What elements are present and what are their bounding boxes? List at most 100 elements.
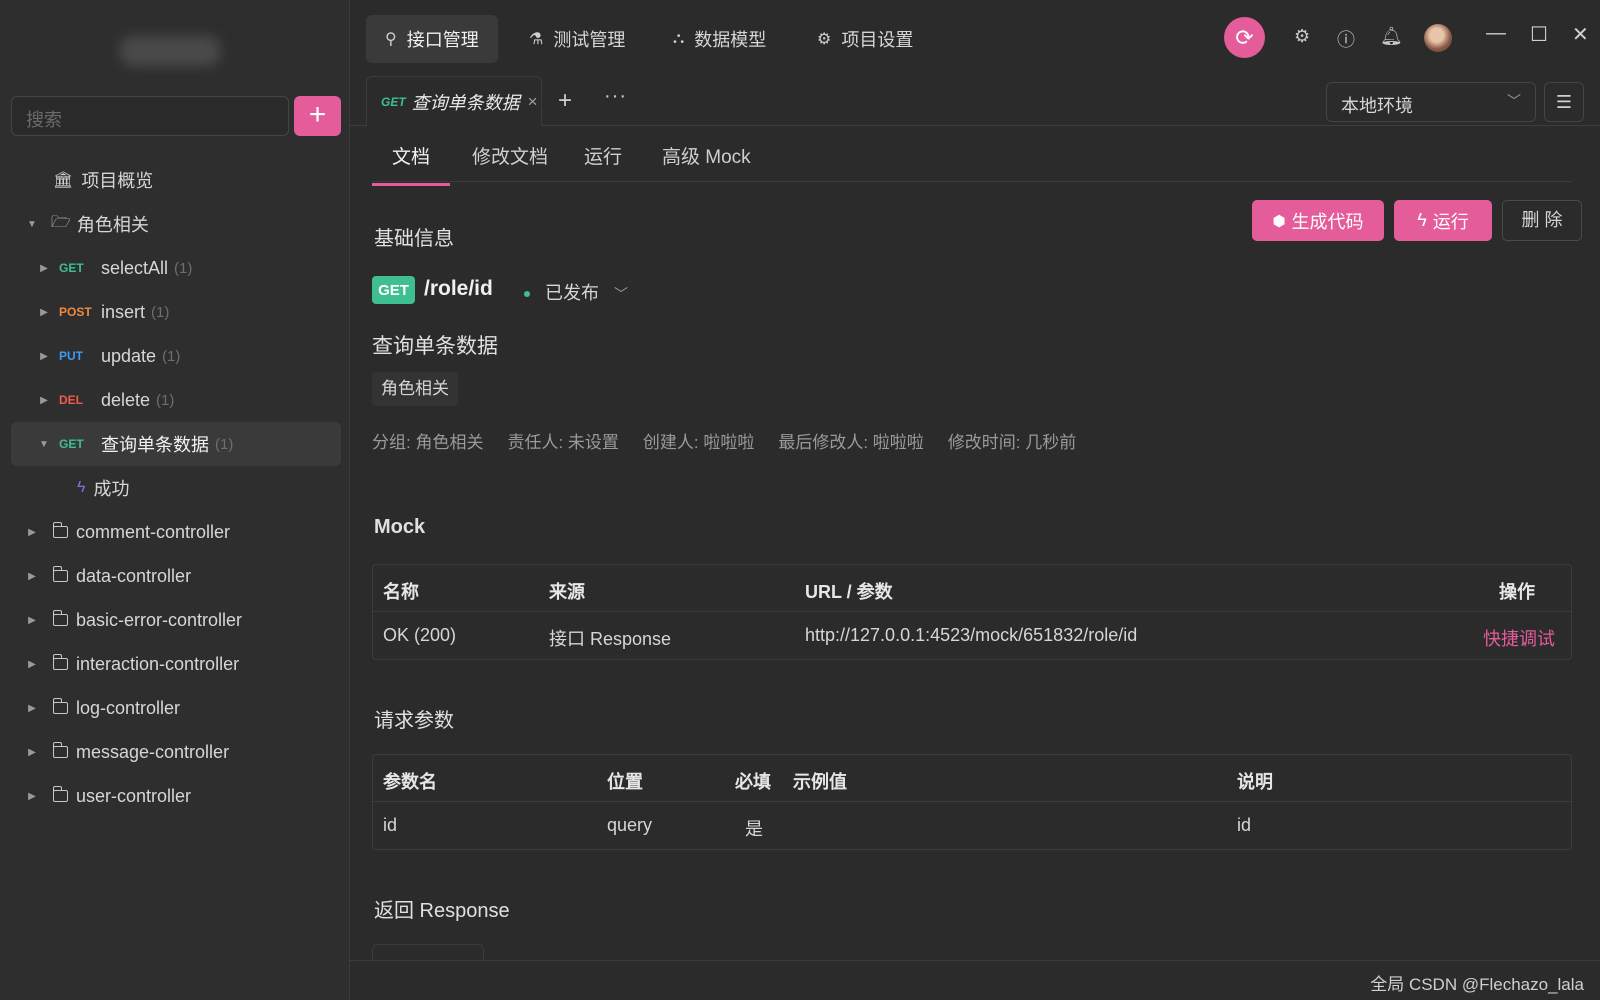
column-header: 来源 (549, 582, 585, 602)
close-tab-icon[interactable]: × (528, 92, 538, 112)
doc-tab-active[interactable]: GET 查询单条数据 × (366, 76, 542, 126)
tree-endpoint-selected[interactable]: ▼ GET 查询单条数据 (1) (11, 422, 341, 466)
table-header: 参数名 位置 必填 示例值 说明 (373, 755, 1571, 802)
tree-case-success[interactable]: ϟ 成功 (11, 466, 341, 510)
caret-right-icon[interactable]: ▶ (37, 351, 51, 362)
bolt-icon: ϟ (77, 479, 86, 496)
caret-right-icon[interactable]: ▶ (25, 703, 39, 714)
search-input[interactable]: 搜索 (11, 96, 289, 136)
bell-icon[interactable]: 🔔︎ (1380, 26, 1403, 47)
param-description: id (1237, 815, 1252, 835)
status-selector[interactable]: 已发布 ﹀ (524, 279, 628, 305)
folder-icon (52, 742, 68, 758)
tree-folder-label: 角色相关 (76, 215, 149, 235)
tree-endpoint[interactable]: ▶ DEL delete (1) (11, 378, 341, 422)
method-badge: GET (59, 261, 84, 275)
button-label: 生成代码 (1291, 211, 1364, 232)
environment-select[interactable]: 本地环境 ﹀ (1326, 82, 1536, 122)
api-tree: 🏛 项目概览 ▼ 🗁 角色相关 ▶ GET selectAll (1) ▶ PO… (11, 158, 341, 818)
endpoint-name: update (101, 345, 157, 366)
tree-folder[interactable]: ▶ log-controller (11, 686, 341, 730)
caret-right-icon[interactable]: ▶ (37, 263, 51, 274)
caret-right-icon[interactable]: ▶ (25, 615, 39, 626)
caret-right-icon[interactable]: ▶ (25, 791, 39, 802)
sidebar: 搜索 + 🏛 项目概览 ▼ 🗁 角色相关 ▶ GET selectAll (1)… (0, 0, 350, 1000)
tree-folder-label: comment-controller (76, 521, 231, 542)
subtab-docs[interactable]: 文档 (372, 142, 451, 186)
tree-folder-label: log-controller (76, 697, 181, 718)
tab-label: 数据模型 (694, 30, 767, 50)
list-icon[interactable]: ☰ (1544, 82, 1584, 122)
column-header: URL / 参数 (805, 582, 893, 602)
method-badge: GET (59, 437, 84, 451)
chevron-down-icon: ﹀ (1507, 93, 1521, 109)
settings-icon[interactable]: ⚙ (1294, 26, 1310, 47)
bank-icon: 🏛 (53, 172, 74, 189)
caret-down-icon[interactable]: ▼ (25, 219, 39, 230)
tree-folder-label: basic-error-controller (76, 609, 243, 630)
subtab-edit-docs[interactable]: 修改文档 (452, 142, 568, 183)
meta-info: 分组: 角色相关 责任人: 未设置 创建人: 啦啦啦 最后修改人: 啦啦啦 修改… (372, 428, 1076, 453)
response-title-text: 返回 Response (374, 900, 510, 922)
subtab-advanced-mock[interactable]: 高级 Mock (642, 142, 771, 183)
tab-api-management[interactable]: ⚲ 接口管理 (366, 15, 498, 63)
mock-source: 接口 Response (549, 629, 672, 649)
params-table: 参数名 位置 必填 示例值 说明 id query 是 id (372, 754, 1572, 850)
minimize-icon[interactable]: — (1486, 22, 1506, 45)
tree-item-overview[interactable]: 🏛 项目概览 (11, 158, 341, 202)
tab-test-management[interactable]: ⚗ 测试管理 (510, 15, 644, 63)
run-button[interactable]: ϟ 运行 (1394, 200, 1492, 241)
doc-tab-title: 查询单条数据 (411, 92, 520, 113)
case-count: (1) (215, 435, 234, 453)
folder-icon (52, 566, 68, 582)
tree-endpoint[interactable]: ▶ GET selectAll (1) (11, 246, 341, 290)
tree-folder[interactable]: ▶ message-controller (11, 730, 341, 774)
tree-endpoint[interactable]: ▶ PUT update (1) (11, 334, 341, 378)
tab-project-settings[interactable]: ⚙ 项目设置 (798, 15, 932, 63)
folder-icon (52, 654, 68, 670)
tree-folder[interactable]: ▶ basic-error-controller (11, 598, 341, 642)
tree-folder[interactable]: ▶ interaction-controller (11, 642, 341, 686)
column-header: 参数名 (383, 772, 437, 792)
avatar[interactable] (1424, 24, 1452, 52)
caret-right-icon[interactable]: ▶ (25, 747, 39, 758)
basic-info-title: 基础信息 (374, 228, 454, 250)
subtab-run[interactable]: 运行 (564, 142, 642, 183)
column-header: 操作 (1499, 582, 1535, 602)
help-icon[interactable]: ⓘ (1337, 26, 1355, 52)
mock-title: Mock (374, 516, 426, 538)
add-button[interactable]: + (294, 96, 341, 136)
tree-folder-label: message-controller (76, 741, 230, 762)
caret-down-icon[interactable]: ▼ (37, 439, 51, 450)
maximize-icon[interactable]: ☐ (1530, 22, 1548, 47)
tree-folder[interactable]: ▶ data-controller (11, 554, 341, 598)
tree-folder[interactable]: ▶ comment-controller (11, 510, 341, 554)
tree-endpoint[interactable]: ▶ POST insert (1) (11, 290, 341, 334)
more-tabs-button[interactable]: ··· (604, 85, 627, 108)
sub-tab-bar: 文档 修改文档 运行 高级 Mock (372, 132, 1572, 186)
tab-data-model[interactable]: ⛬ 数据模型 (654, 15, 785, 63)
generate-code-button[interactable]: ⬢ 生成代码 (1252, 200, 1384, 241)
caret-right-icon[interactable]: ▶ (25, 527, 39, 538)
close-window-icon[interactable]: ✕ (1572, 22, 1589, 47)
quick-debug-link[interactable]: 快捷调试 (1483, 625, 1555, 651)
new-tab-button[interactable]: + (558, 87, 572, 115)
mock-url[interactable]: http://127.0.0.1:4523/mock/651832/role/i… (805, 625, 1137, 646)
case-count: (1) (162, 347, 181, 365)
delete-button[interactable]: 删 除 (1502, 200, 1582, 241)
tree-folder-label: data-controller (76, 565, 192, 586)
meta-modified-time: 修改时间: 几秒前 (947, 433, 1077, 452)
tree-folder[interactable]: ▶ user-controller (11, 774, 341, 818)
caret-right-icon[interactable]: ▶ (37, 307, 51, 318)
case-count: (1) (151, 303, 170, 321)
caret-right-icon[interactable]: ▶ (25, 571, 39, 582)
caret-right-icon[interactable]: ▶ (25, 659, 39, 670)
sync-icon[interactable]: ⟳ (1224, 17, 1265, 58)
method-badge: GET (381, 94, 406, 109)
tree-folder-role[interactable]: ▼ 🗁 角色相关 (11, 202, 341, 246)
caret-right-icon[interactable]: ▶ (37, 395, 51, 406)
method-badge: GET (372, 276, 415, 304)
column-header: 位置 (607, 772, 643, 792)
table-row: id query 是 id (373, 802, 1571, 849)
response-title: 返回 Response (374, 894, 510, 923)
